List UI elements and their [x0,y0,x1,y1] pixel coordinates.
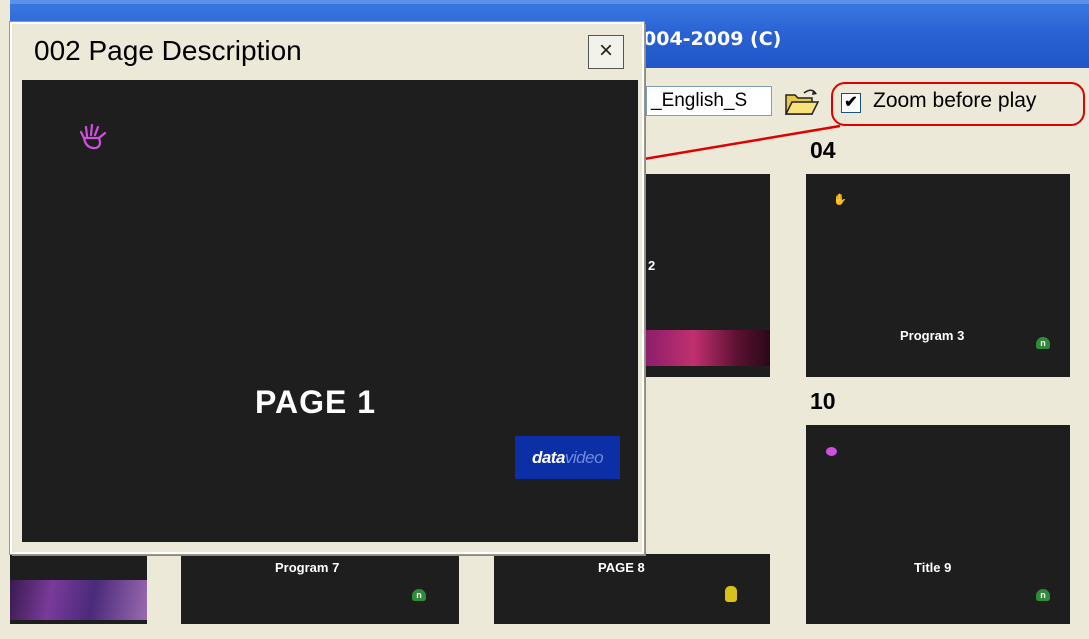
thumbnail-graphic [10,580,147,620]
logo-part1: data [531,448,565,467]
thumbnail-label-program7: Program 7 [275,560,340,575]
datavideo-logo: datavideo [515,436,620,479]
pink-marker-icon [826,447,837,456]
thumbnail-label-title9: Title 9 [914,560,952,575]
page-number-04: 04 [810,137,836,163]
close-button[interactable]: × [588,35,624,69]
left-edge [0,0,10,639]
window-title: 004-2009 (C) [643,28,782,50]
green-status-icon: n [1036,337,1050,349]
hand-icon: ✋ [833,194,847,206]
green-status-icon: n [1036,589,1050,601]
preview-page-text: PAGE 1 [255,384,376,420]
popup-title: 002 Page Description [34,35,302,66]
page-thumbnail-10[interactable] [806,425,1070,624]
logo-part2: video [564,448,604,467]
zoom-before-play-label[interactable]: Zoom before play [873,89,1036,113]
thumbnail-label-program3: Program 3 [900,328,965,343]
thumbnail-label-page8: PAGE 8 [598,560,645,575]
green-status-icon: n [412,589,426,601]
thumbnail-graphic [643,330,770,366]
thumbnail-partial-label: 2 [648,258,656,273]
yellow-figure-icon [725,586,737,602]
page-number-10: 10 [810,388,836,414]
hand-icon [79,123,107,150]
